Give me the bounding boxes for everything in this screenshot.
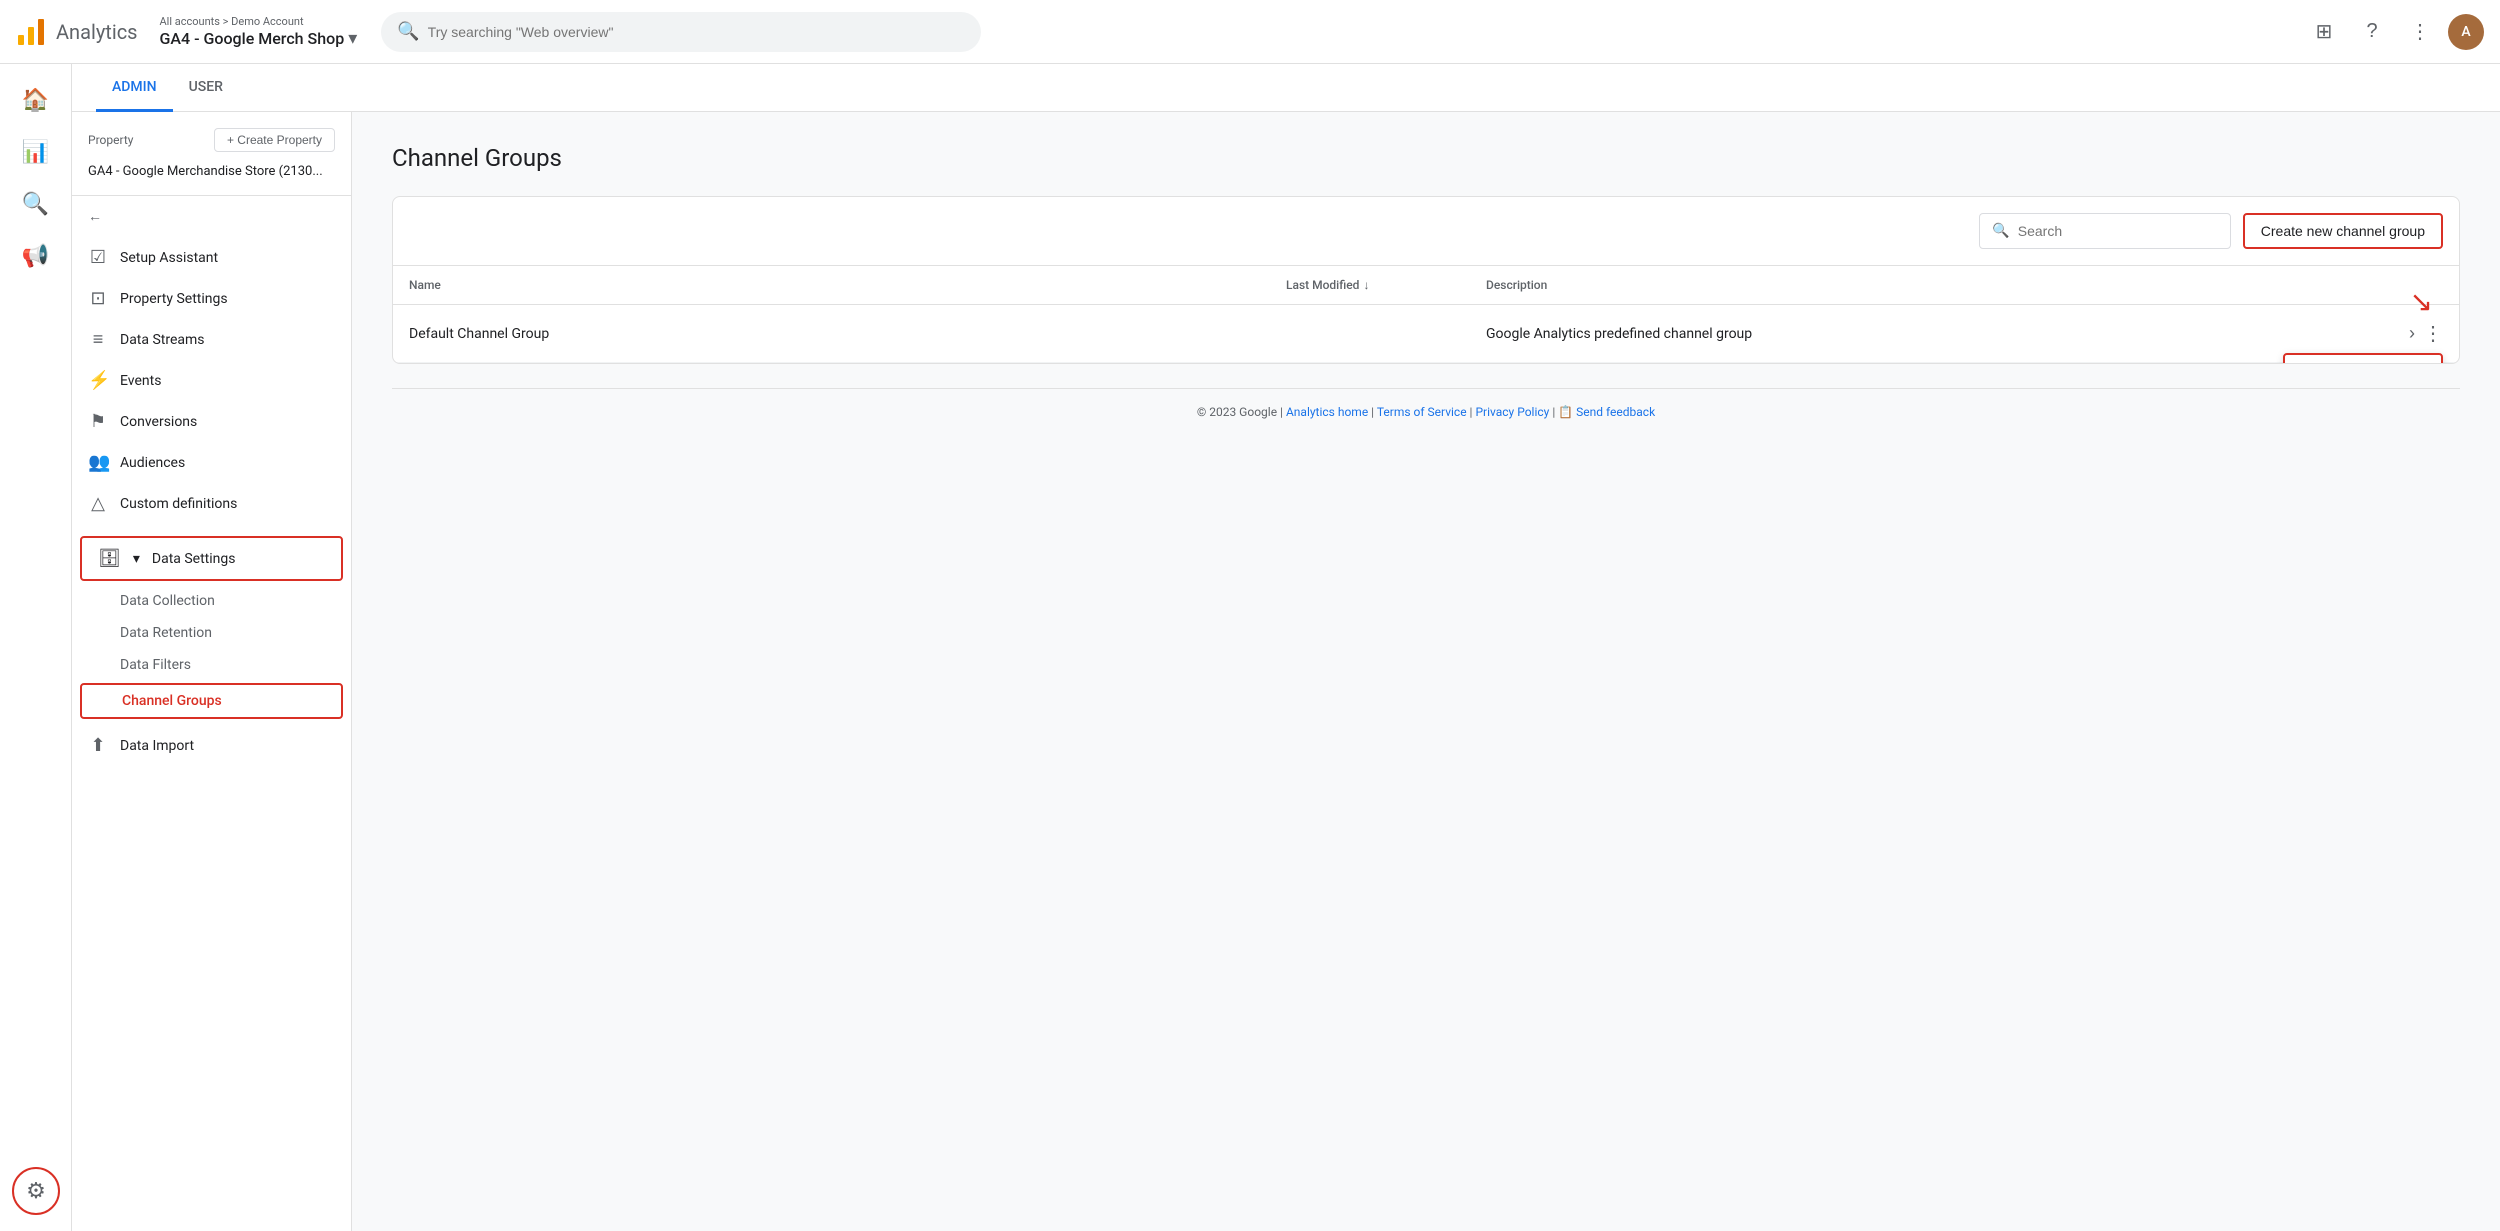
sidebar-item-label: Property Settings <box>120 291 228 307</box>
send-feedback-link[interactable]: Send feedback <box>1576 405 1655 419</box>
account-dropdown-arrow: ▾ <box>348 28 357 49</box>
events-icon: ⚡ <box>88 370 108 391</box>
more-options-icon-button[interactable]: ⋮ <box>2400 12 2440 52</box>
sidebar-item-label: Events <box>120 373 161 389</box>
top-header: Analytics All accounts > Demo Account GA… <box>0 0 2500 64</box>
row-more-button[interactable]: ⋮ <box>2423 321 2443 346</box>
sidebar-back-button[interactable]: ← <box>72 200 351 233</box>
table-search-box[interactable]: 🔍 <box>1979 213 2230 249</box>
copyright-text: © 2023 Google <box>1197 405 1277 419</box>
analytics-home-link[interactable]: Analytics home <box>1286 405 1368 419</box>
sidebar-sub-item-data-collection[interactable]: Data Collection <box>72 585 351 617</box>
sidebar-item-label: Data Streams <box>120 332 205 348</box>
property-label: Property <box>88 133 133 147</box>
row-actions: › ⋮ ↘ Copy to create new <box>2363 321 2443 346</box>
sidebar-nav-section: ☑ Setup Assistant ⊡ Property Settings ≡ … <box>72 233 351 528</box>
sidebar-sub-item-data-filters[interactable]: Data Filters <box>72 649 351 681</box>
privacy-policy-link[interactable]: Privacy Policy <box>1475 405 1549 419</box>
logo-area: Analytics All accounts > Demo Account GA… <box>16 15 357 49</box>
data-settings-expand-icon: ▾ <box>133 551 140 567</box>
sidebar-item-custom-definitions[interactable]: △ Custom definitions <box>72 483 351 524</box>
sidebar-divider-1 <box>72 195 351 196</box>
column-header-actions <box>2363 278 2443 292</box>
sidebar-item-data-import[interactable]: ⬆ Data Import <box>72 725 351 766</box>
main-content: Property + Create Property GA4 - Google … <box>72 112 2500 1231</box>
setup-assistant-icon: ☑ <box>88 247 108 268</box>
custom-definitions-icon: △ <box>88 493 108 514</box>
sidebar-item-events[interactable]: ⚡ Events <box>72 360 351 401</box>
apps-icon-button[interactable]: ⊞ <box>2304 12 2344 52</box>
help-icon-button[interactable]: ? <box>2352 12 2392 52</box>
row-expand-button[interactable]: › <box>2409 323 2415 344</box>
table-header: Name Last Modified ↓ Description <box>393 266 2459 305</box>
create-channel-group-button[interactable]: Create new channel group <box>2243 213 2443 249</box>
data-settings-parent-item[interactable]: 🗄 ▾ Data Settings <box>80 536 343 581</box>
data-settings-icon: 🗄 <box>98 548 121 569</box>
sidebar-property-header: Property + Create Property <box>72 112 351 160</box>
sidebar-item-label: Conversions <box>120 414 197 430</box>
explore-nav-button[interactable]: 🔍 <box>12 180 60 228</box>
global-search-bar[interactable]: 🔍 <box>381 12 981 52</box>
analytics-logo-icon <box>16 17 46 47</box>
account-info: All accounts > Demo Account GA4 - Google… <box>160 15 358 49</box>
sidebar: Property + Create Property GA4 - Google … <box>72 112 352 1231</box>
back-arrow-icon: ← <box>88 208 102 225</box>
data-streams-icon: ≡ <box>88 329 108 350</box>
row-popup-menu: Copy to create new <box>2283 353 2443 364</box>
home-nav-button[interactable]: 🏠 <box>12 76 60 124</box>
sidebar-sub-item-channel-groups[interactable]: Channel Groups <box>80 683 343 719</box>
settings-icon-button[interactable]: ⚙ <box>12 1167 60 1215</box>
sidebar-item-audiences[interactable]: 👥 Audiences <box>72 442 351 483</box>
page-title: Channel Groups <box>392 144 2460 172</box>
content-area: Channel Groups 🔍 Create new channel grou… <box>352 112 2500 1231</box>
search-icon: 🔍 <box>397 21 419 42</box>
app-title: Analytics <box>56 20 138 44</box>
admin-tabs: ADMIN USER <box>72 64 2500 112</box>
terms-of-service-link[interactable]: Terms of Service <box>1377 405 1467 419</box>
column-header-description: Description <box>1486 278 2363 292</box>
sidebar-item-property-settings[interactable]: ⊡ Property Settings <box>72 278 351 319</box>
user-avatar[interactable]: A <box>2448 14 2484 50</box>
create-property-button[interactable]: + Create Property <box>214 128 335 152</box>
search-icon: 🔍 <box>1992 223 2009 239</box>
property-settings-icon: ⊡ <box>88 288 108 309</box>
sort-icon: ↓ <box>1363 278 1369 292</box>
footer: © 2023 Google | Analytics home | Terms o… <box>392 388 2460 435</box>
sidebar-item-label: Data Import <box>120 738 194 754</box>
sidebar-item-data-streams[interactable]: ≡ Data Streams <box>72 319 351 360</box>
conversions-icon: ⚑ <box>88 411 108 432</box>
table-search-input[interactable] <box>2018 223 2218 239</box>
sidebar-item-label: Custom definitions <box>120 496 237 512</box>
audiences-icon: 👥 <box>88 452 108 473</box>
advertising-nav-button[interactable]: 📢 <box>12 232 60 280</box>
sidebar-item-conversions[interactable]: ⚑ Conversions <box>72 401 351 442</box>
data-import-icon: ⬆ <box>88 735 108 756</box>
sidebar-item-label: Setup Assistant <box>120 250 218 266</box>
account-breadcrumb: All accounts > Demo Account <box>160 15 358 28</box>
sidebar-account-name: GA4 - Google Merchandise Store (2130... <box>72 160 351 191</box>
channel-groups-panel: 🔍 Create new channel group Name Last Mod… <box>392 196 2460 364</box>
reports-nav-button[interactable]: 📊 <box>12 128 60 176</box>
data-settings-section: 🗄 ▾ Data Settings Data Collection Data R… <box>72 528 351 725</box>
sidebar-item-setup-assistant[interactable]: ☑ Setup Assistant <box>72 237 351 278</box>
data-settings-label: Data Settings <box>152 551 236 567</box>
copy-to-create-new-menu-item[interactable]: Copy to create new <box>2285 355 2441 364</box>
header-actions: ⊞ ? ⋮ A <box>2304 12 2484 52</box>
tab-user[interactable]: USER <box>173 64 239 112</box>
cell-description: Google Analytics predefined channel grou… <box>1486 326 2363 342</box>
cell-name: Default Channel Group <box>409 326 1286 342</box>
sidebar-sub-item-data-retention[interactable]: Data Retention <box>72 617 351 649</box>
account-name-dropdown[interactable]: GA4 - Google Merch Shop ▾ <box>160 28 358 49</box>
column-header-name: Name <box>409 278 1286 292</box>
table-row: Default Channel Group Google Analytics p… <box>393 305 2459 363</box>
tab-admin[interactable]: ADMIN <box>96 64 173 112</box>
left-icon-nav: 🏠 📊 🔍 📢 <box>0 64 72 1231</box>
column-header-last-modified[interactable]: Last Modified ↓ <box>1286 278 1486 292</box>
table-toolbar: 🔍 Create new channel group <box>393 197 2459 266</box>
sidebar-item-label: Audiences <box>120 455 185 471</box>
global-search-input[interactable] <box>428 24 966 40</box>
